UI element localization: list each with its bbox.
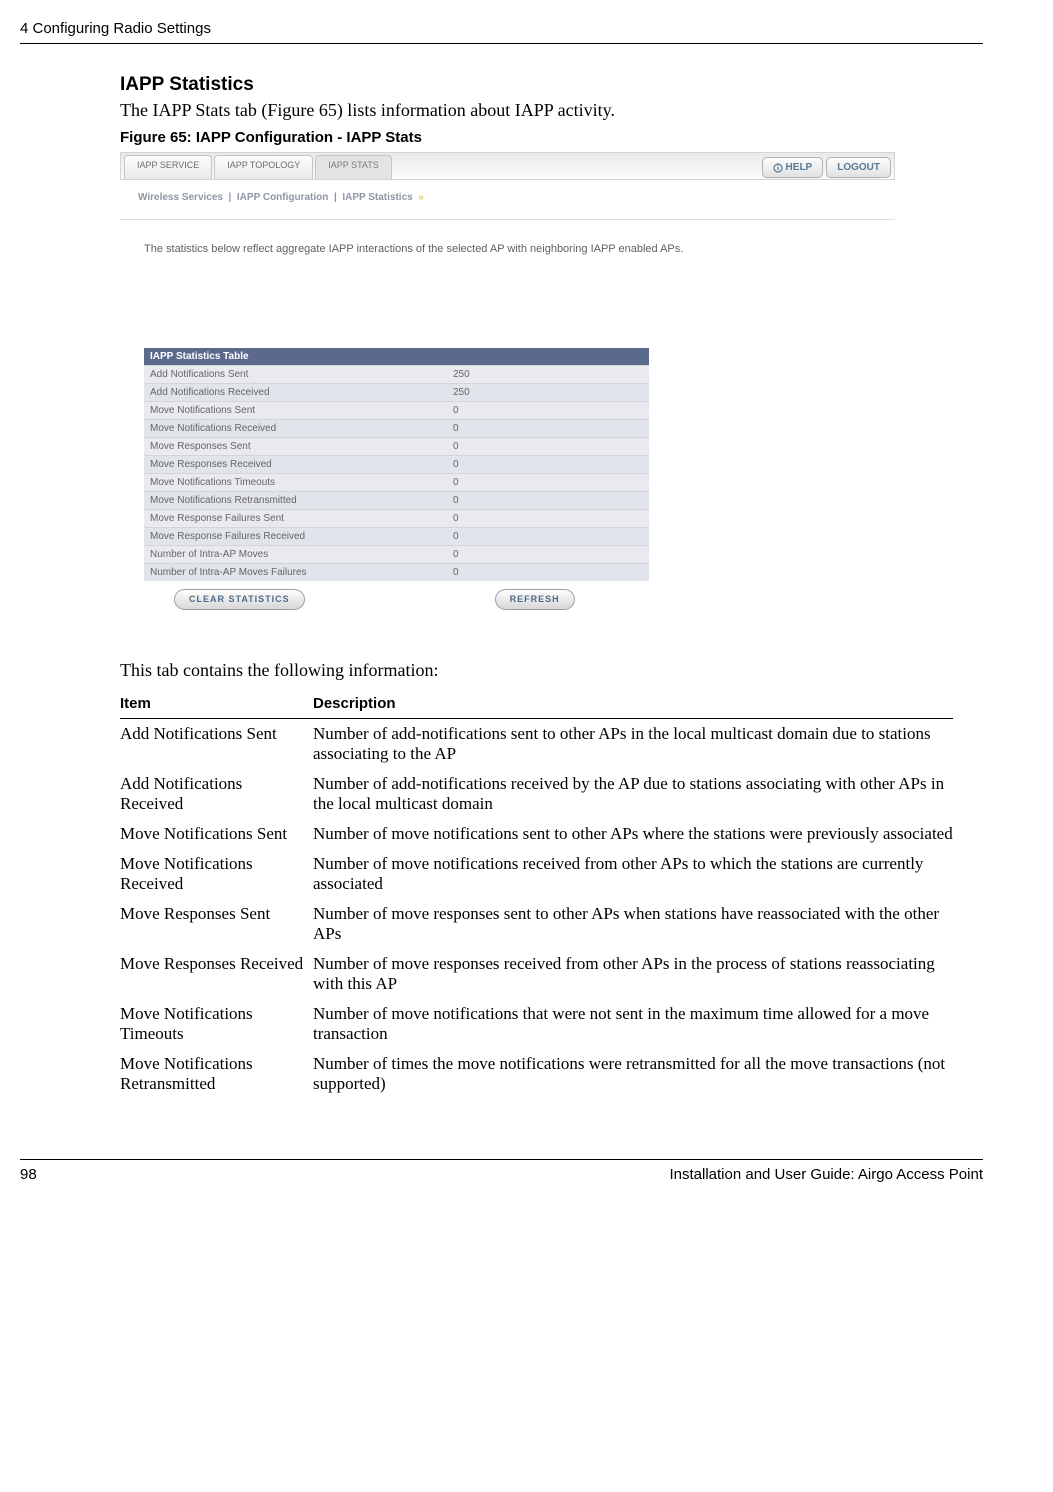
stat-value: 0 bbox=[447, 491, 649, 509]
definition-desc: Number of move notifications that were n… bbox=[313, 999, 953, 1049]
definition-item: Add Notifications Received bbox=[120, 769, 313, 819]
stat-label: Move Response Failures Sent bbox=[144, 509, 447, 527]
stat-label: Move Notifications Retransmitted bbox=[144, 491, 447, 509]
table-row: Add Notifications Received250 bbox=[144, 383, 649, 401]
tab-bar: IAPP SERVICE IAPP TOPOLOGY IAPP STATS HE… bbox=[120, 152, 895, 180]
table-row: Add Notifications Sent250 bbox=[144, 365, 649, 383]
chapter-title: 4 Configuring Radio Settings bbox=[20, 20, 211, 37]
refresh-button[interactable]: REFRESH bbox=[495, 589, 575, 610]
stat-label: Number of Intra-AP Moves bbox=[144, 545, 447, 563]
panel-description: The statistics below reflect aggregate I… bbox=[144, 240, 871, 260]
definition-desc: Number of move responses sent to other A… bbox=[313, 899, 953, 949]
col-header-item: Item bbox=[120, 689, 313, 719]
crumb-b: IAPP Configuration bbox=[237, 192, 328, 203]
table-row: Number of Intra-AP Moves0 bbox=[144, 545, 649, 563]
definition-row: Add Notifications SentNumber of add-noti… bbox=[120, 718, 953, 769]
table-row: Move Responses Received0 bbox=[144, 455, 649, 473]
col-header-desc: Description bbox=[313, 689, 953, 719]
page-header: 4 Configuring Radio Settings bbox=[20, 20, 983, 44]
table-row: Move Notifications Received0 bbox=[144, 419, 649, 437]
definition-row: Move Notifications ReceivedNumber of mov… bbox=[120, 849, 953, 899]
table-row: Move Notifications Retransmitted0 bbox=[144, 491, 649, 509]
crumb-c: IAPP Statistics bbox=[342, 192, 412, 203]
stat-label: Move Notifications Timeouts bbox=[144, 473, 447, 491]
help-button[interactable]: HELP bbox=[762, 157, 824, 178]
definition-item: Move Notifications Received bbox=[120, 849, 313, 899]
definition-desc: Number of move notifications received fr… bbox=[313, 849, 953, 899]
footer-title: Installation and User Guide: Airgo Acces… bbox=[669, 1166, 983, 1183]
page-footer: 98 Installation and User Guide: Airgo Ac… bbox=[20, 1159, 983, 1183]
stat-label: Add Notifications Received bbox=[144, 383, 447, 401]
definition-row: Move Notifications RetransmittedNumber o… bbox=[120, 1049, 953, 1099]
definition-desc: Number of move responses received from o… bbox=[313, 949, 953, 999]
stat-value: 0 bbox=[447, 419, 649, 437]
stat-label: Move Responses Sent bbox=[144, 437, 447, 455]
logout-button[interactable]: LOGOUT bbox=[826, 157, 891, 178]
stat-value: 250 bbox=[447, 383, 649, 401]
definition-row: Move Notifications TimeoutsNumber of mov… bbox=[120, 999, 953, 1049]
clear-statistics-button[interactable]: CLEAR STATISTICS bbox=[174, 589, 305, 610]
stat-label: Move Response Failures Received bbox=[144, 527, 447, 545]
table-row: Move Notifications Sent0 bbox=[144, 401, 649, 419]
definition-item: Move Notifications Retransmitted bbox=[120, 1049, 313, 1099]
definition-item: Move Notifications Sent bbox=[120, 819, 313, 849]
table-row: Number of Intra-AP Moves Failures0 bbox=[144, 563, 649, 581]
tab-iapp-service[interactable]: IAPP SERVICE bbox=[124, 155, 212, 179]
definition-row: Move Responses ReceivedNumber of move re… bbox=[120, 949, 953, 999]
screenshot-figure: IAPP SERVICE IAPP TOPOLOGY IAPP STATS HE… bbox=[120, 152, 895, 630]
stat-value: 0 bbox=[447, 545, 649, 563]
definition-desc: Number of add-notifications received by … bbox=[313, 769, 953, 819]
help-icon bbox=[773, 163, 783, 173]
stat-value: 0 bbox=[447, 563, 649, 581]
chevron-right-icon: » bbox=[418, 192, 423, 203]
tab-iapp-topology[interactable]: IAPP TOPOLOGY bbox=[214, 155, 313, 179]
definition-row: Move Responses SentNumber of move respon… bbox=[120, 899, 953, 949]
definition-desc: Number of times the move notifications w… bbox=[313, 1049, 953, 1099]
tab-iapp-stats[interactable]: IAPP STATS bbox=[315, 155, 392, 179]
stat-value: 0 bbox=[447, 455, 649, 473]
stat-label: Move Notifications Received bbox=[144, 419, 447, 437]
definition-row: Move Notifications SentNumber of move no… bbox=[120, 819, 953, 849]
stat-label: Add Notifications Sent bbox=[144, 365, 447, 383]
stat-value: 0 bbox=[447, 509, 649, 527]
stat-value: 0 bbox=[447, 527, 649, 545]
definition-item: Add Notifications Sent bbox=[120, 718, 313, 769]
table-row: Move Notifications Timeouts0 bbox=[144, 473, 649, 491]
table-row: Move Responses Sent0 bbox=[144, 437, 649, 455]
definitions-table: Item Description Add Notifications SentN… bbox=[120, 689, 953, 1099]
table-row: Move Response Failures Received0 bbox=[144, 527, 649, 545]
tab-info-intro: This tab contains the following informat… bbox=[120, 660, 983, 681]
stat-label: Number of Intra-AP Moves Failures bbox=[144, 563, 447, 581]
crumb-a: Wireless Services bbox=[138, 192, 223, 203]
table-row: Move Response Failures Sent0 bbox=[144, 509, 649, 527]
section-intro: The IAPP Stats tab (Figure 65) lists inf… bbox=[120, 100, 983, 121]
stat-value: 250 bbox=[447, 365, 649, 383]
definition-item: Move Notifications Timeouts bbox=[120, 999, 313, 1049]
definition-item: Move Responses Received bbox=[120, 949, 313, 999]
section-heading: IAPP Statistics bbox=[120, 74, 983, 96]
help-label: HELP bbox=[786, 162, 813, 173]
figure-label: Figure 65: IAPP Configuration - IAPP Sta… bbox=[120, 129, 983, 146]
stat-value: 0 bbox=[447, 401, 649, 419]
stat-value: 0 bbox=[447, 437, 649, 455]
iapp-statistics-table: IAPP Statistics Table Add Notifications … bbox=[144, 348, 649, 581]
page-number: 98 bbox=[20, 1166, 37, 1183]
stat-label: Move Notifications Sent bbox=[144, 401, 447, 419]
table-title: IAPP Statistics Table bbox=[144, 348, 649, 366]
stat-value: 0 bbox=[447, 473, 649, 491]
definition-desc: Number of add-notifications sent to othe… bbox=[313, 718, 953, 769]
breadcrumb: Wireless Services | IAPP Configuration |… bbox=[120, 180, 895, 220]
stat-label: Move Responses Received bbox=[144, 455, 447, 473]
definition-item: Move Responses Sent bbox=[120, 899, 313, 949]
definition-desc: Number of move notifications sent to oth… bbox=[313, 819, 953, 849]
definition-row: Add Notifications ReceivedNumber of add-… bbox=[120, 769, 953, 819]
